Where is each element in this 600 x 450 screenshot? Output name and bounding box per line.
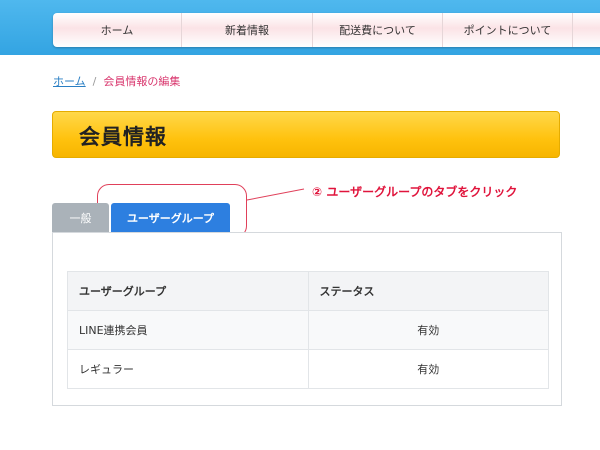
cell-user-group: レギュラー (67, 349, 309, 389)
column-header-status: ステータス (307, 271, 550, 311)
cell-user-group: LINE連携会員 (67, 310, 309, 350)
table-header-row: ユーザーグループ ステータス (67, 271, 550, 311)
cell-status: 有効 (307, 349, 550, 389)
table-row: レギュラー 有効 (67, 349, 550, 389)
tab-general[interactable]: 一般 (52, 203, 109, 232)
annotation-instruction: ② ユーザーグループのタブをクリック (312, 185, 518, 199)
tab-user-group[interactable]: ユーザーグループ (111, 203, 230, 232)
user-group-panel: ユーザーグループ ステータス LINE連携会員 有効 レギュラー 有効 (52, 232, 562, 406)
column-header-user-group: ユーザーグループ (67, 271, 309, 311)
cell-status: 有効 (307, 310, 550, 350)
user-group-table: ユーザーグループ ステータス LINE連携会員 有効 レギュラー 有効 (67, 271, 550, 389)
table-row: LINE連携会員 有効 (67, 310, 550, 350)
